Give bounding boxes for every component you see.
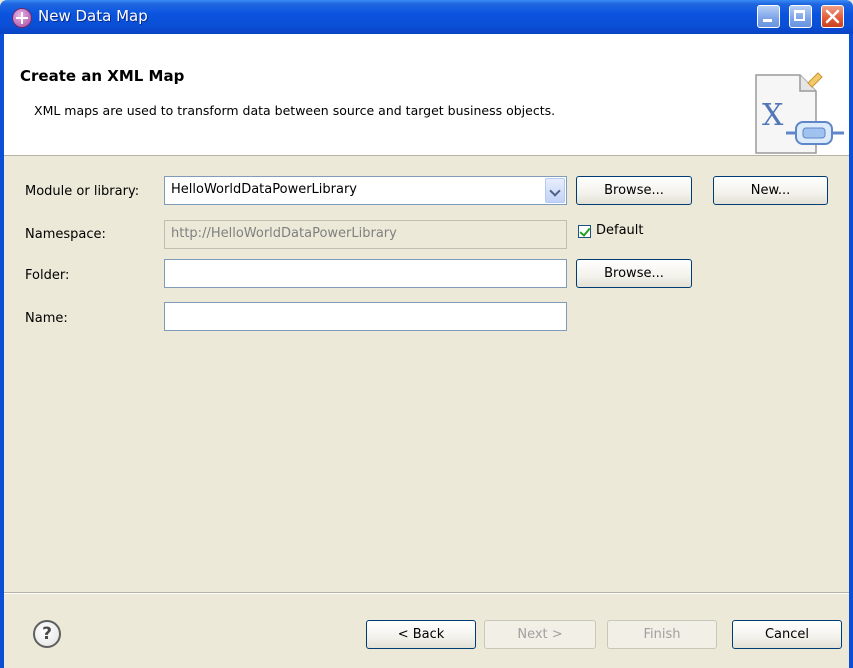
minimize-icon: [763, 19, 772, 22]
app-icon: [12, 8, 32, 28]
window-title: New Data Map: [38, 7, 148, 25]
xml-map-icon-letter: X: [762, 98, 784, 133]
module-library-label: Module or library:: [25, 184, 140, 199]
footer-separator: [4, 592, 849, 594]
xml-map-icon: X: [755, 72, 844, 154]
wizard-header: Create an XML Map XML maps are used to t…: [4, 34, 849, 156]
default-label: Default: [596, 223, 644, 238]
module-new-button[interactable]: New...: [713, 176, 828, 205]
folder-input[interactable]: [164, 259, 567, 288]
new-data-map-dialog: New Data Map Create an XML Map XML maps …: [0, 0, 853, 668]
module-browse-button[interactable]: Browse...: [576, 176, 692, 205]
minimize-button[interactable]: [757, 5, 780, 28]
page-description: XML maps are used to transform data betw…: [34, 103, 556, 118]
maximize-button[interactable]: [789, 5, 812, 28]
folder-label: Folder:: [25, 268, 70, 283]
name-label: Name:: [25, 311, 68, 326]
module-library-combo[interactable]: HelloWorldDataPowerLibrary: [164, 176, 567, 205]
window-frame-right: [849, 34, 853, 668]
name-input[interactable]: [164, 302, 567, 331]
default-checkbox[interactable]: [578, 225, 591, 238]
page-title: Create an XML Map: [20, 67, 185, 85]
close-icon: [825, 9, 840, 24]
cancel-button[interactable]: Cancel: [732, 620, 842, 649]
close-button[interactable]: [821, 5, 844, 28]
help-icon[interactable]: ?: [33, 620, 61, 648]
namespace-value: http://HelloWorldDataPowerLibrary: [171, 226, 397, 241]
folder-browse-button[interactable]: Browse...: [576, 259, 692, 288]
title-bar[interactable]: New Data Map: [0, 0, 853, 34]
back-button[interactable]: < Back: [366, 620, 476, 649]
next-button[interactable]: Next >: [484, 620, 596, 649]
maximize-icon: [794, 10, 805, 21]
finish-button[interactable]: Finish: [607, 620, 717, 649]
namespace-label: Namespace:: [25, 227, 106, 242]
module-library-value: HelloWorldDataPowerLibrary: [171, 182, 358, 197]
namespace-field: http://HelloWorldDataPowerLibrary: [164, 220, 567, 249]
chevron-down-icon[interactable]: [545, 178, 565, 203]
